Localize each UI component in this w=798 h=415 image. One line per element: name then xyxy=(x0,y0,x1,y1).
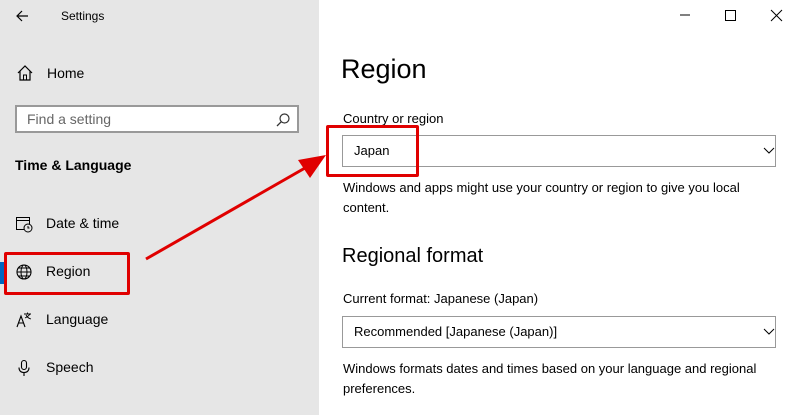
current-format-label: Current format: Japanese (Japan) xyxy=(343,291,539,306)
sidebar-item-date-time[interactable]: Date & time xyxy=(0,206,319,242)
sidebar-item-label: Language xyxy=(46,311,109,327)
search-icon[interactable] xyxy=(275,112,291,128)
back-button[interactable] xyxy=(13,6,33,26)
back-arrow-icon xyxy=(16,10,28,22)
page-title: Region xyxy=(341,54,427,84)
regional-format-select[interactable]: Recommended [Japanese (Japan)] xyxy=(342,316,776,348)
sidebar-item-label: Date & time xyxy=(46,215,120,231)
chevron-down-icon xyxy=(763,146,775,156)
chevron-down-icon xyxy=(763,327,775,337)
close-button[interactable] xyxy=(761,4,791,26)
minimize-button[interactable] xyxy=(670,4,700,26)
regional-format-title: Regional format xyxy=(342,245,484,267)
country-label: Country or region xyxy=(343,111,444,126)
format-description: Windows formats dates and times based on… xyxy=(343,361,757,396)
search-placeholder: Find a setting xyxy=(27,111,112,127)
sidebar-item-label: Speech xyxy=(46,359,94,375)
search-input[interactable]: Find a setting xyxy=(15,105,299,133)
language-icon xyxy=(15,311,33,329)
microphone-icon xyxy=(15,359,33,377)
annotation-highlight-region-nav xyxy=(4,252,130,295)
maximize-icon xyxy=(725,10,736,21)
section-title: Time & Language xyxy=(15,157,132,173)
sidebar-item-language[interactable]: Language xyxy=(0,302,319,338)
maximize-button[interactable] xyxy=(715,4,745,26)
minimize-icon xyxy=(680,14,690,16)
home-icon xyxy=(15,63,35,83)
sidebar: Settings Home Find a setting Time & Lang… xyxy=(0,0,319,415)
window-title: Settings xyxy=(61,9,105,23)
regional-format-select-value: Recommended [Japanese (Japan)] xyxy=(354,324,558,339)
home-label: Home xyxy=(47,65,85,81)
annotation-highlight-country-select xyxy=(326,125,419,177)
close-icon xyxy=(770,9,783,22)
home-nav-item[interactable]: Home xyxy=(0,58,319,88)
clock-calendar-icon xyxy=(15,215,33,233)
sidebar-item-speech[interactable]: Speech xyxy=(0,350,319,386)
country-description: Windows and apps might use your country … xyxy=(343,180,740,215)
